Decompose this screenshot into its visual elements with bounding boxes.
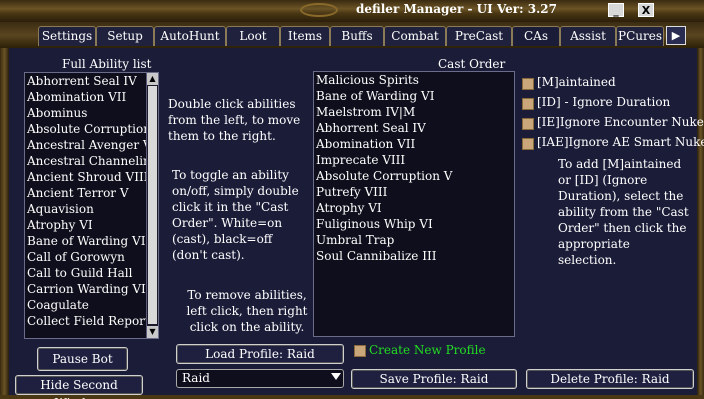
ability-list-item[interactable]: Collect Field Reports [25,313,158,329]
ignore-encounter-label: [IE]Ignore Encounter Nukes [537,115,704,129]
cast-order-item[interactable]: Abomination VII [314,136,514,152]
cast-order-item[interactable]: Atrophy VI [314,200,514,216]
ability-list-item[interactable]: Ancestral Channeling [25,153,158,169]
create-new-profile-label: Create New Profile [369,343,486,357]
tab-combat[interactable]: Combat [384,26,446,46]
frame-bottom-edge [0,395,704,399]
close-button[interactable]: X [638,3,654,17]
scroll-down-arrow-icon[interactable]: ▼ [147,326,158,338]
ability-list-item[interactable]: Atrophy VI [25,217,158,233]
tab-scroll-right-icon[interactable]: ▶ [666,26,686,45]
chevron-down-icon [331,373,341,380]
cast-order-item[interactable]: Soul Cannibalize III [314,248,514,264]
ignore-duration-checkbox[interactable] [522,98,534,110]
minimize-button[interactable]: _ [608,3,624,17]
tab-assist[interactable]: Assist [560,26,616,46]
cast-order-item[interactable]: Malicious Spirits [314,72,514,88]
ability-list-item[interactable]: Abomination VII [25,89,158,105]
frame-right-edge [697,48,704,399]
frame-left-edge [0,48,9,399]
tab-cas[interactable]: CAs [512,26,560,46]
hide-second-window-button[interactable]: Hide Second Window [15,375,143,399]
create-new-profile-checkbox[interactable] [354,345,366,357]
ability-list-item[interactable]: Call of Gorowyn [25,249,158,265]
instruction-move: Double click abilities from the left, to… [168,97,301,143]
tab-items[interactable]: Items [280,26,330,46]
scroll-thumb[interactable] [148,86,157,324]
delete-profile-button[interactable]: Delete Profile: Raid [526,369,694,389]
instruction-toggle: To toggle an ability on/off, simply doub… [172,168,299,262]
ability-list-item[interactable]: Bane of Warding VI [25,233,158,249]
ability-list-item[interactable]: Call to Guild Hall [25,265,158,281]
ability-list-item[interactable]: Absolute Corruption V [25,121,158,137]
cast-order-item[interactable]: Umbral Trap [314,232,514,248]
logo-swirl-icon [300,3,338,17]
cast-order-item[interactable]: Bane of Warding VI [314,88,514,104]
app-window: defiler Manager - UI Ver: 3.27 _ X Setti… [0,0,704,399]
cast-order-header: Cast Order [438,57,506,71]
ability-list-item[interactable]: Aquavision [25,201,158,217]
ability-list-item[interactable]: Abominus [25,105,158,121]
cast-order-item[interactable]: Putrefy VIII [314,184,514,200]
cast-order-item[interactable]: Imprecate VIII [314,152,514,168]
full-list-scrollbar[interactable]: ▲ ▼ [146,73,158,338]
window-title: defiler Manager - UI Ver: 3.27 [356,2,557,16]
pause-bot-button[interactable]: Pause Bot [37,347,128,371]
ability-list-item[interactable]: Ancient Shroud VIII [25,169,158,185]
tab-settings[interactable]: Settings [38,26,96,46]
tab-precast[interactable]: PreCast [446,26,512,46]
tab-pcures[interactable]: PCures [616,26,664,46]
title-bar[interactable]: defiler Manager - UI Ver: 3.27 _ X [0,0,704,22]
cast-order-list[interactable]: Malicious Spirits Bane of Warding VI Maels… [313,71,515,337]
ability-list-item[interactable]: Ancestral Avenger V [25,137,158,153]
ability-list-item[interactable]: Carrion Warding VII [25,281,158,297]
ability-list-item[interactable]: Abhorrent Seal IV [25,73,158,89]
full-ability-list-header: Full Ability list [62,57,152,71]
ability-list-item[interactable]: Coagulate [25,297,158,313]
load-profile-button[interactable]: Load Profile: Raid [176,344,344,364]
full-ability-list[interactable]: Abhorrent Seal IV Abomination VII Abominus… [24,72,159,339]
maintained-label: [M]aintained [537,75,616,89]
cast-order-item[interactable]: Absolute Corruption V [314,168,514,184]
cast-order-item[interactable]: Abhorrent Seal IV [314,120,514,136]
ability-list-item[interactable]: Ancient Terror V [25,185,158,201]
scroll-up-arrow-icon[interactable]: ▲ [147,73,158,85]
cast-order-item[interactable]: Fuliginous Whip VI [314,216,514,232]
instruction-add: To add [M]aintained or [ID] (Ignore Dura… [558,157,689,267]
tab-autohunt[interactable]: AutoHunt [154,26,226,46]
profile-select[interactable]: Raid [176,369,344,388]
profile-select-value: Raid [182,371,210,385]
instruction-remove: To remove abilities, left click, then ri… [186,288,308,334]
tab-loot[interactable]: Loot [226,26,280,46]
cast-order-item[interactable]: Maelstrom IV|M [314,104,514,120]
maintained-checkbox[interactable] [522,78,534,90]
ignore-ae-checkbox[interactable] [522,138,534,150]
save-profile-button[interactable]: Save Profile: Raid [351,369,517,389]
tab-setup[interactable]: Setup [96,26,154,46]
tab-buffs[interactable]: Buffs [330,26,384,46]
ignore-duration-label: [ID] - Ignore Duration [537,95,671,109]
ignore-ae-label: [IAE]Ignore AE Smart Nukes [537,135,704,149]
ignore-encounter-checkbox[interactable] [522,118,534,130]
